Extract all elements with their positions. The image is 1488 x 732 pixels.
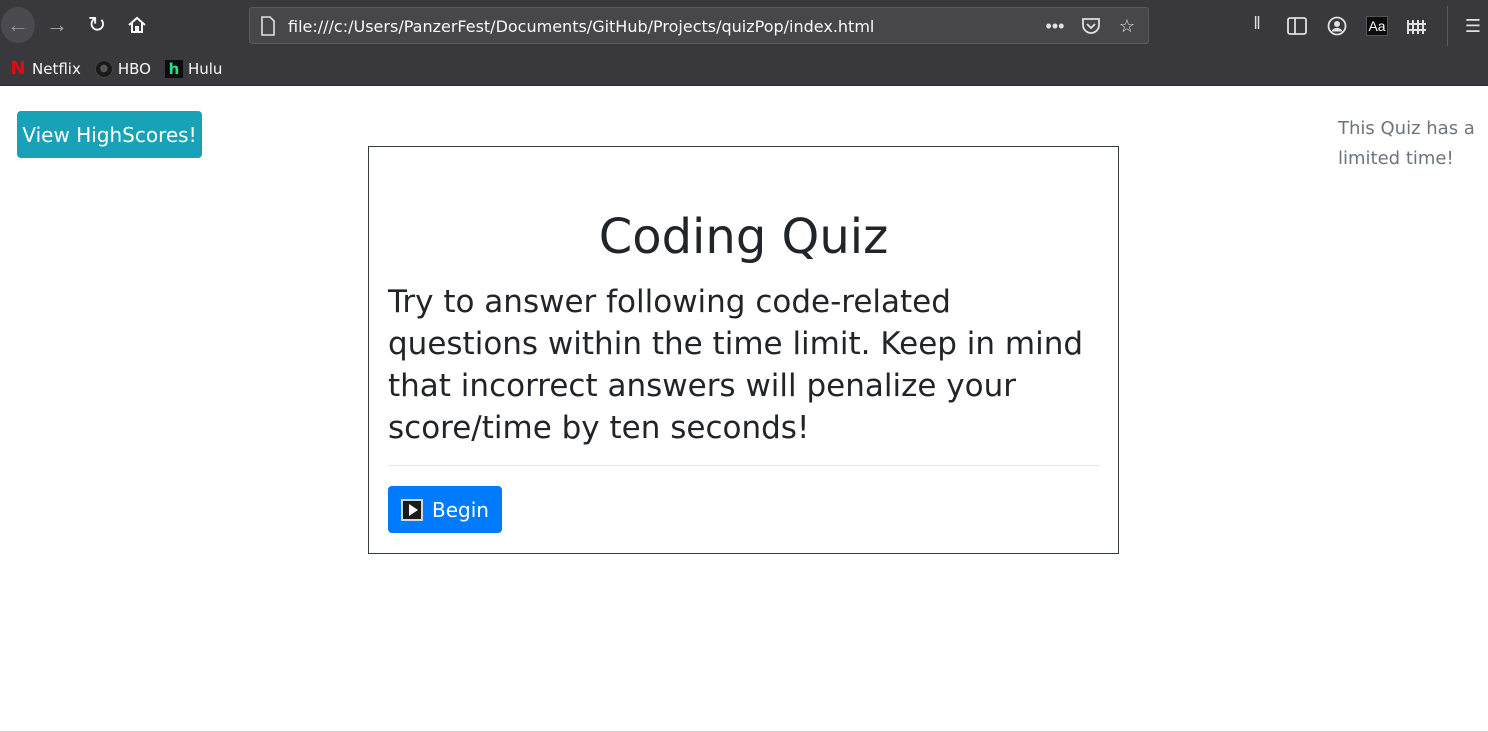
begin-label: Begin [432,497,489,522]
back-button[interactable]: ← [1,7,35,43]
fence-icon [1407,20,1426,34]
page-icon [261,16,275,36]
reader-mode-button[interactable]: Aa [1366,16,1388,36]
forward-arrow-icon: → [46,12,68,37]
bookmark-label: Netflix [32,59,81,78]
card-divider [388,465,1100,466]
forward-button[interactable]: → [40,7,74,43]
begin-button[interactable]: Begin [388,486,502,533]
home-button[interactable] [120,7,154,43]
sidebar-icon [1287,17,1307,35]
browser-toolbar: ← → ↻ file:///c:/Users/PanzerFest/Docume… [0,0,1488,52]
toolbar-divider [1447,6,1448,46]
netflix-icon: N [10,58,26,79]
pocket-icon [1082,18,1100,34]
hbo-icon: ● [94,59,113,78]
view-highscores-button[interactable]: View HighScores! [17,111,202,158]
quiz-card: Coding Quiz Try to answer following code… [368,146,1119,554]
extension-button[interactable] [1397,10,1437,42]
hamburger-menu-icon: ☰ [1464,15,1482,36]
reload-button[interactable]: ↻ [80,7,114,43]
reload-icon: ↻ [87,12,107,37]
bookmark-star-button[interactable]: ☆ [1114,14,1140,38]
back-arrow-icon: ← [7,12,29,37]
hulu-icon: h [164,59,183,78]
page-content: View HighScores! This Quiz has a limited… [0,86,1488,732]
reader-aa-icon: Aa [1368,18,1386,34]
more-dots-icon: ••• [1045,15,1065,36]
bookmark-hbo[interactable]: ● HBO [94,59,151,78]
bookmark-netflix[interactable]: N Netflix [9,58,81,79]
time-limit-note: This Quiz has a limited time! [1338,118,1475,169]
pocket-button[interactable] [1078,14,1104,38]
library-button[interactable]: 𝍪 [1237,10,1277,42]
url-bar[interactable]: file:///c:/Users/PanzerFest/Documents/Gi… [249,7,1149,44]
bookmarks-bar: N Netflix ● HBO h Hulu [0,52,1488,86]
bookmark-label: Hulu [187,59,223,78]
play-icon [401,498,424,521]
account-icon [1327,16,1347,36]
home-icon [128,16,146,33]
page-actions-button[interactable]: ••• [1042,14,1068,38]
bookmark-label: HBO [117,59,151,78]
account-button[interactable] [1317,10,1357,42]
bookmark-hulu[interactable]: h Hulu [164,59,223,78]
quiz-title: Coding Quiz [598,209,889,265]
sidebar-button[interactable] [1277,10,1317,42]
menu-button[interactable]: ☰ [1458,10,1488,42]
url-text[interactable]: file:///c:/Users/PanzerFest/Documents/Gi… [288,17,874,36]
library-icon: 𝍪 [1253,13,1261,33]
star-icon: ☆ [1118,15,1136,36]
quiz-description: Try to answer following code-related que… [388,284,1084,446]
